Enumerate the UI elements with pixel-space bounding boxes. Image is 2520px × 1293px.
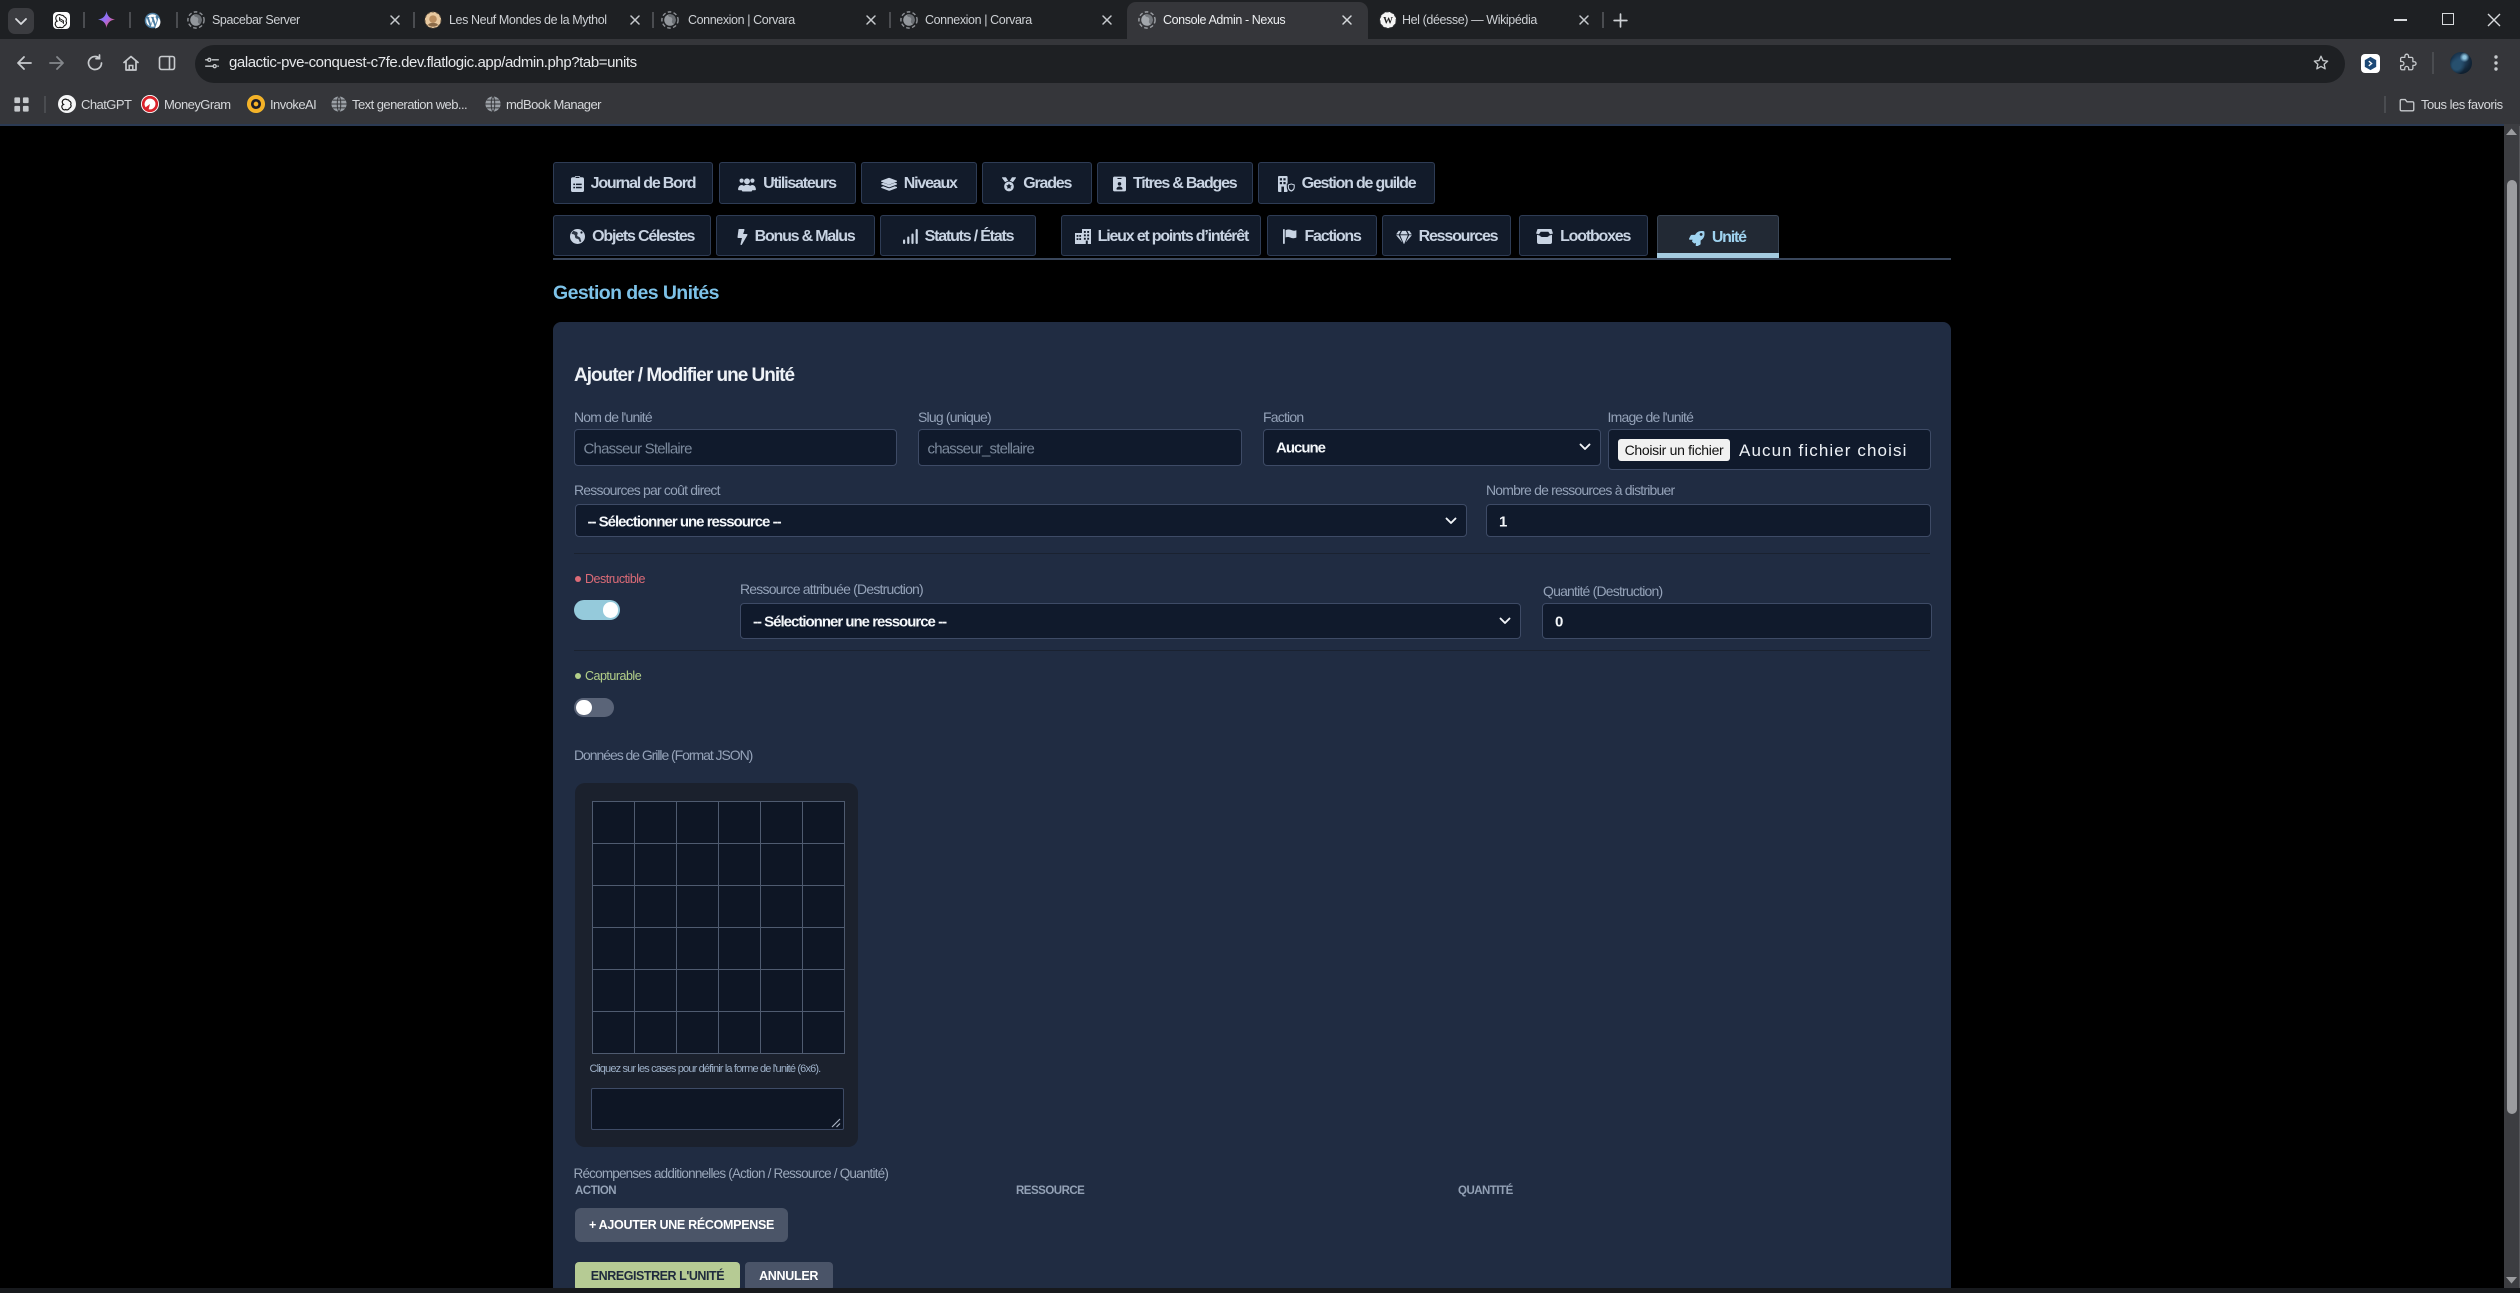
svg-text:W: W: [1383, 16, 1393, 27]
